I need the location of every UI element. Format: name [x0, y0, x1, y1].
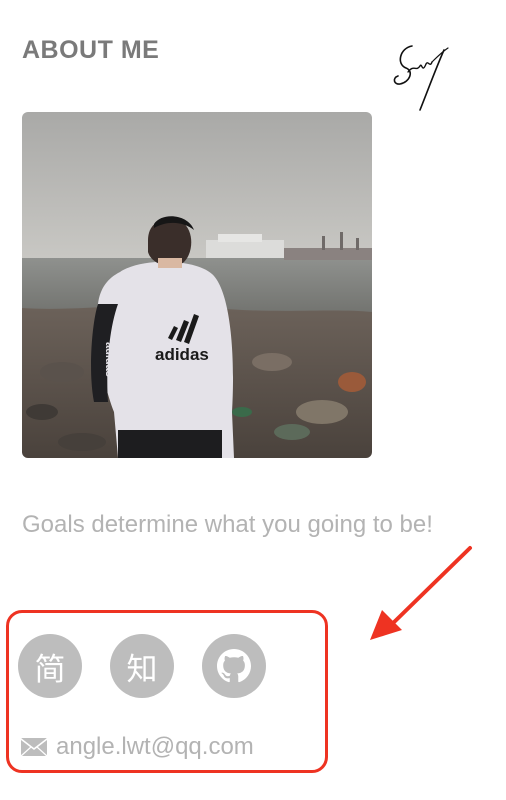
zhihu-link-button[interactable]: 知: [110, 634, 174, 698]
envelope-icon: [20, 738, 48, 757]
jianshu-icon: 简: [34, 651, 66, 688]
sleeve-logo-text: adidas: [103, 342, 115, 377]
shirt-logo-text: adidas: [155, 345, 209, 364]
about-title: ABOUT ME: [22, 36, 160, 64]
profile-photo: adidas adidas: [22, 112, 372, 458]
social-links: 简 知: [18, 634, 266, 698]
zhihu-icon: 知: [126, 651, 158, 688]
email-contact[interactable]: angle.lwt@qq.com: [20, 733, 254, 761]
about-page: ABOUT ME adidas adidas Goals determine w…: [0, 0, 506, 800]
annotation-arrow: [370, 546, 472, 640]
github-icon: [217, 649, 251, 683]
github-link-button[interactable]: [202, 634, 266, 698]
signature-logo: [393, 45, 449, 111]
email-address: angle.lwt@qq.com: [56, 733, 254, 760]
jianshu-link-button[interactable]: 简: [18, 634, 82, 698]
